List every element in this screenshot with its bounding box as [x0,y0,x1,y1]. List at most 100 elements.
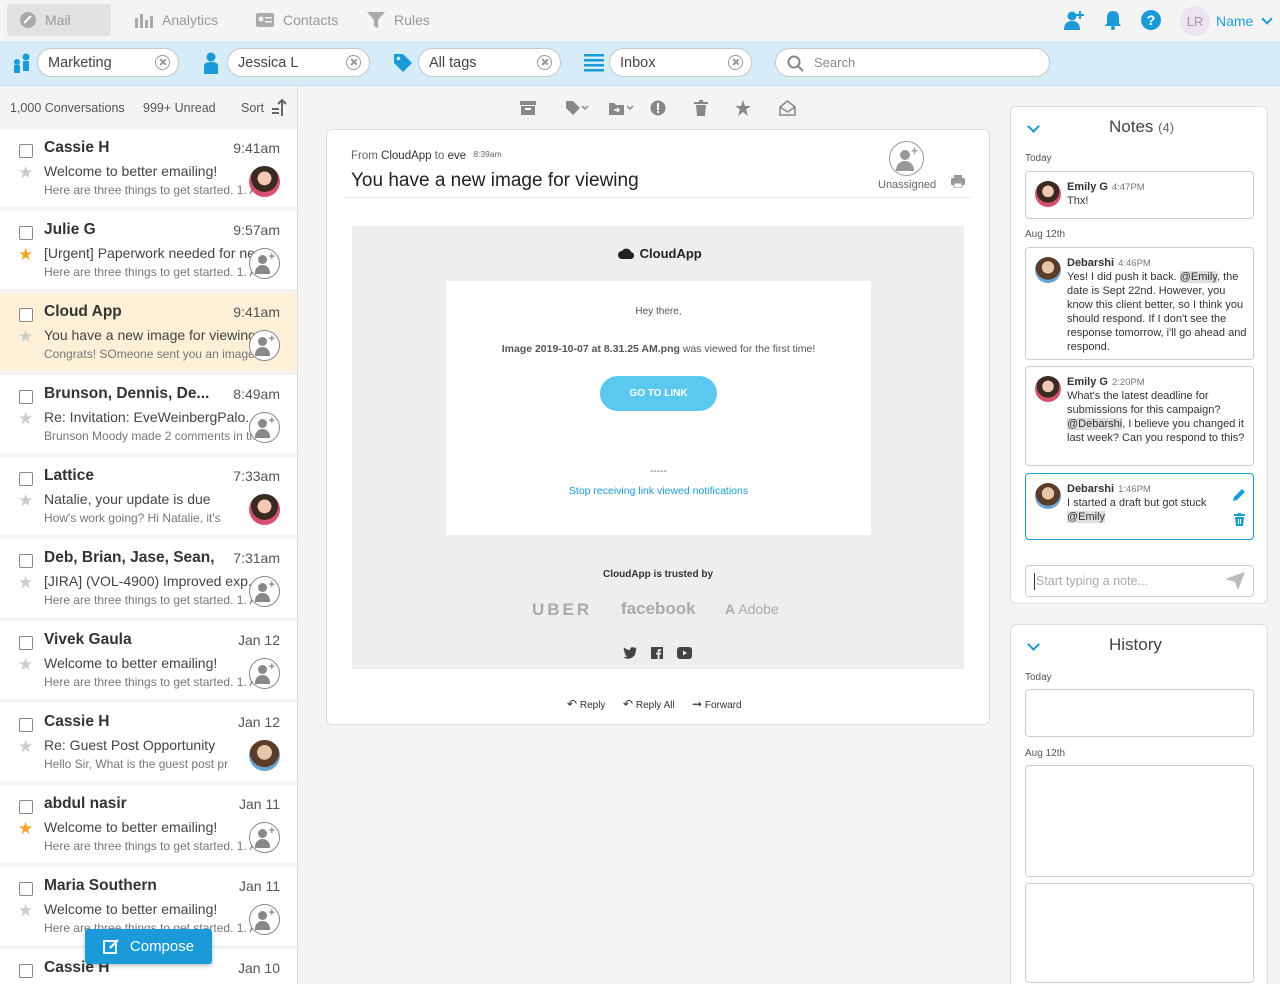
collapse-chevron-icon[interactable] [1027,638,1040,651]
star-icon[interactable]: ★ [18,574,33,591]
list-item[interactable]: Vivek Gaula Jan 12 ★ Welcome to better emai… [0,621,297,699]
select-checkbox[interactable] [19,882,33,896]
archive-icon[interactable] [520,100,536,116]
mention[interactable]: @Emily [1067,511,1106,523]
clear-icon[interactable] [728,55,743,70]
list-item[interactable]: Lattice 7:33am ★ Natalie, your update is du… [0,457,297,535]
move-folder-icon[interactable] [608,100,635,116]
assign-user-icon[interactable]: + [249,330,280,361]
list-item[interactable]: Cassie H Jan 12 ★ Re: Guest Post Opportunit… [0,703,297,781]
history-title: History [1109,635,1162,654]
trash-icon[interactable] [694,100,708,116]
note-item[interactable]: Debarshi 4:46PM Yes! I did push it back. … [1025,247,1254,360]
star-icon[interactable]: ★ [18,164,33,181]
select-checkbox[interactable] [19,718,33,732]
received-time: Jan 11 [239,878,280,894]
user-avatar[interactable]: LR [1180,6,1210,36]
logo-facebook: facebook [621,599,696,618]
clear-icon[interactable] [346,55,361,70]
assign-user-icon[interactable]: + [249,822,280,853]
print-icon[interactable] [951,175,965,188]
facebook-icon[interactable] [651,647,663,659]
note-input[interactable]: Start typing a note... [1025,565,1254,597]
assign-user-icon[interactable]: + [249,576,280,607]
select-checkbox[interactable] [19,390,33,404]
unsubscribe-link[interactable]: Stop receiving link viewed notifications [446,485,871,497]
clear-icon[interactable] [155,55,170,70]
note-item[interactable]: Emily G 4:47PM Thx! [1025,171,1254,219]
go-to-link-button[interactable]: GO TO LINK [600,376,717,411]
tags-filter[interactable]: All tags [418,48,561,77]
send-icon[interactable] [1225,572,1245,590]
star-icon[interactable]: ★ [18,738,33,755]
star-icon[interactable]: ★ [18,656,33,673]
note-text-1: Yes! I did push it back. [1067,271,1180,283]
help-icon[interactable]: ? [1141,10,1161,30]
list-icon [584,54,604,72]
delete-trash-icon[interactable] [1234,513,1245,526]
star-icon[interactable]: ★ [18,902,33,919]
assign-user-icon[interactable]: + [249,658,280,689]
received-time: 7:31am [233,550,280,566]
mention[interactable]: @Emily [1179,271,1217,283]
star-icon[interactable]: ★ [18,328,33,345]
search-input[interactable]: Search [775,48,1050,77]
select-checkbox[interactable] [19,472,33,486]
star-icon[interactable]: ★ [18,246,33,263]
tab-analytics-label: Analytics [162,12,219,28]
youtube-icon[interactable] [677,647,692,659]
assign-button[interactable]: + [889,141,924,176]
assign-user-icon[interactable]: + [249,412,280,443]
to-recipient[interactable]: eve [448,150,467,162]
star-icon[interactable]: ★ [18,410,33,427]
sender-name: Julie G [44,221,96,238]
note-item[interactable]: Emily G 2:20PM What's the latest deadline… [1025,366,1254,466]
select-checkbox[interactable] [19,554,33,568]
select-checkbox[interactable] [19,964,33,978]
from-sender[interactable]: CloudApp [381,150,432,162]
user-filter[interactable]: Jessica L [227,48,370,77]
tab-rules[interactable]: Rules [366,4,430,36]
star-icon[interactable]: ★ [18,820,33,837]
folder-filter[interactable]: Inbox [609,48,752,77]
mark-unread-icon[interactable] [779,100,796,116]
tab-contacts[interactable]: Contacts [255,4,338,36]
note-item-editing[interactable]: Debarshi 1:46PM I started a draft but got… [1025,473,1254,540]
add-user-icon[interactable] [1063,9,1085,31]
collapse-chevron-icon[interactable] [1027,120,1040,133]
star-icon[interactable]: ★ [18,492,33,509]
bell-icon[interactable] [1104,10,1122,30]
list-item[interactable]: Brunson, Dennis, De... 8:49am ★ Re: Invitat… [0,375,297,453]
star-icon[interactable] [735,100,751,116]
twitter-icon[interactable] [623,647,637,659]
clear-icon[interactable] [537,55,552,70]
received-time: Jan 12 [237,714,280,730]
edit-pencil-icon[interactable] [1232,488,1246,502]
tag-dropdown-icon[interactable] [565,100,590,116]
forward-button[interactable]: ➞ Forward [692,697,742,711]
spam-icon[interactable] [650,100,666,116]
list-item[interactable]: Cassie H 9:41am ★ Welcome to better emailin… [0,129,297,207]
select-checkbox[interactable] [19,144,33,158]
reply-all-button[interactable]: ↶ Reply All [623,697,675,711]
list-item[interactable]: abdul nasir Jan 11 ★ Welcome to better emai… [0,785,297,863]
tab-mail[interactable]: Mail [7,4,111,36]
select-checkbox[interactable] [19,636,33,650]
tab-analytics[interactable]: Analytics [134,4,218,36]
team-filter[interactable]: Marketing [37,48,179,77]
assign-user-icon[interactable]: + [249,904,280,935]
assign-user-icon[interactable]: + [249,248,280,279]
list-item[interactable]: Deb, Brian, Jase, Sean,... 7:31am ★ [JIRA] … [0,539,297,617]
select-checkbox[interactable] [19,226,33,240]
mention[interactable]: @Debarshi [1067,418,1123,430]
select-checkbox[interactable] [19,308,33,322]
select-checkbox[interactable] [19,800,33,814]
list-item[interactable]: Cloud App 9:41am ★ You have a new image for… [0,293,297,371]
email-preview: Here are three things to get started. 1.… [44,675,256,689]
sort-button[interactable]: Sort [241,99,287,116]
reply-button[interactable]: ↶ Reply [567,697,605,711]
user-menu[interactable]: Name [1216,13,1273,29]
compose-button[interactable]: Compose [85,929,212,964]
reply-all-icon: ↶ [623,697,634,711]
list-item[interactable]: Julie G 9:57am ★ [Urgent] Paperwork needed … [0,211,297,289]
